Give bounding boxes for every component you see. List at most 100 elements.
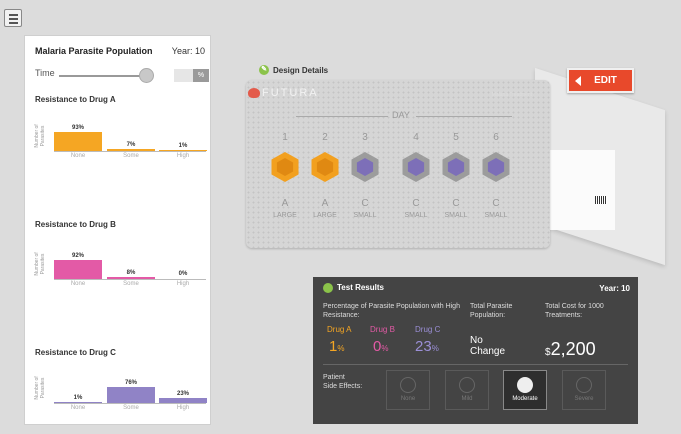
- drug-a-value-some: 7%: [126, 142, 136, 148]
- pct-header: Percentage of Parasite Population with H…: [323, 303, 460, 319]
- design-details-label: ✎ Design Details: [259, 65, 328, 75]
- brand-subtitle: Malaria Treatment: [491, 92, 532, 98]
- drug-a-cat-high: High: [176, 153, 190, 159]
- drug-c-result: 23%: [415, 338, 439, 355]
- side-effect-severe: Severe: [562, 370, 606, 410]
- pill-slot-day-3: [350, 152, 380, 182]
- pill-slot-day-2: [310, 152, 340, 182]
- pill-slot-day-5: [441, 152, 471, 182]
- panel-header: Malaria Parasite Population Year: 10: [35, 46, 205, 60]
- pill-slot-day-6: [481, 152, 511, 182]
- drug-a-bar-none: [54, 132, 102, 151]
- face-icon: [400, 377, 416, 393]
- side-effect-mild: Mild: [445, 370, 489, 410]
- total-population-value: No Change: [470, 335, 506, 357]
- total-cost-value: $2,200: [545, 339, 596, 359]
- results-year: Year: 10: [599, 284, 630, 293]
- drug-b-title: Resistance to Drug B: [35, 220, 116, 229]
- drug-c-value-none: 1%: [73, 395, 83, 401]
- test-results-panel: Test Results Year: 10 Percentage of Para…: [313, 277, 638, 424]
- pill-drug-letter: A: [321, 198, 329, 209]
- day-number: 4: [413, 132, 419, 143]
- day-number: 1: [282, 132, 288, 143]
- pill-slot-day-4: [401, 152, 431, 182]
- drug-c-bar-some: [107, 387, 155, 403]
- time-slider-handle[interactable]: [139, 68, 154, 83]
- percent-toggle-label: %: [193, 69, 209, 82]
- pencil-icon: ✎: [259, 65, 269, 75]
- edit-button[interactable]: EDIT: [567, 68, 634, 93]
- side-effect-none: None: [386, 370, 430, 410]
- drug-a-chart: Number of Parasites 93% 7% 1% None Some …: [33, 118, 209, 166]
- drug-c-value-some: 76%: [124, 380, 137, 386]
- drug-a-bar-some: [107, 149, 155, 151]
- total-header: Total Parasite Population:: [470, 303, 513, 319]
- day-number: 2: [322, 132, 328, 143]
- cost-header: Total Cost for 1000 Treatments:: [545, 303, 604, 319]
- drug-a-cat-some: Some: [123, 153, 139, 159]
- drug-a-result: 1%: [329, 338, 345, 355]
- time-slider[interactable]: [59, 75, 149, 77]
- chart-icon: [323, 283, 333, 293]
- face-icon: [576, 377, 592, 393]
- drug-b-bar-some: [107, 277, 155, 279]
- y-axis-label: Number of Parasites: [34, 252, 46, 276]
- arrow-left-icon: [575, 76, 581, 86]
- drug-b-value-some: 8%: [126, 270, 136, 276]
- drug-b-result: 0%: [373, 338, 389, 355]
- time-label: Time: [35, 68, 55, 78]
- barcode-icon: [595, 196, 607, 204]
- pill-drug-letter: A: [281, 198, 289, 209]
- package-box-side: [545, 150, 615, 230]
- y-axis-label: Number of Parasites: [34, 124, 46, 148]
- drug-c-cat-some: Some: [123, 405, 139, 411]
- day-label: DAY: [392, 110, 410, 120]
- side-effect-moderate: Moderate: [503, 370, 547, 410]
- blister-card: FUTURA Malaria Treatment DAY 1 2 3 4 5 6…: [246, 80, 550, 248]
- drug-b-value-high: 0%: [178, 271, 188, 277]
- drug-a-name: Drug A: [327, 325, 352, 334]
- drug-a-bar-high: [159, 150, 207, 151]
- drug-c-cat-none: None: [70, 405, 86, 411]
- drug-b-chart: Number of Parasites 92% 8% 0% None Some …: [33, 246, 209, 294]
- face-icon: [459, 377, 475, 393]
- panel-title: Malaria Parasite Population: [35, 46, 153, 56]
- drug-b-cat-some: Some: [123, 281, 139, 287]
- pill-size: SMALL: [444, 212, 468, 219]
- divider: [323, 364, 628, 365]
- pill-drug-letter: C: [361, 198, 369, 209]
- pill-drug-letter: C: [412, 198, 420, 209]
- day-number: 5: [453, 132, 459, 143]
- drug-a-title: Resistance to Drug A: [35, 95, 116, 104]
- drug-a-cat-none: None: [70, 153, 86, 159]
- population-panel: Malaria Parasite Population Year: 10 Tim…: [24, 35, 211, 425]
- menu-icon: [9, 14, 18, 16]
- face-icon: [517, 377, 533, 393]
- drug-c-chart: Number of Parasites 1% 76% 23% None Some…: [33, 370, 209, 418]
- drug-c-title: Resistance to Drug C: [35, 348, 116, 357]
- pill-size: SMALL: [353, 212, 377, 219]
- pill-size: SMALL: [484, 212, 508, 219]
- drug-b-cat-none: None: [70, 281, 86, 287]
- side-effects-label: Patient Side Effects:: [323, 374, 363, 390]
- pill-slot-day-1: [270, 152, 300, 182]
- heart-logo-icon: [248, 88, 260, 98]
- percent-toggle[interactable]: %: [174, 69, 209, 82]
- brand-name: FUTURA: [262, 87, 319, 99]
- pill-size: LARGE: [313, 212, 337, 219]
- y-axis-label: Number of Parasites: [34, 376, 46, 400]
- pill-drug-letter: C: [492, 198, 500, 209]
- pill-size: LARGE: [273, 212, 297, 219]
- pill-drug-letter: C: [452, 198, 460, 209]
- pill-size: SMALL: [404, 212, 428, 219]
- menu-button[interactable]: [4, 9, 22, 27]
- day-number: 6: [493, 132, 499, 143]
- drug-a-value-none: 93%: [71, 125, 84, 131]
- drug-b-value-none: 92%: [71, 253, 84, 259]
- drug-c-bar-none: [54, 402, 102, 403]
- day-number: 3: [362, 132, 368, 143]
- drug-c-bar-high: [159, 398, 207, 403]
- drug-c-cat-high: High: [176, 405, 190, 411]
- panel-year: Year: 10: [171, 46, 205, 56]
- drug-b-cat-high: High: [176, 281, 190, 287]
